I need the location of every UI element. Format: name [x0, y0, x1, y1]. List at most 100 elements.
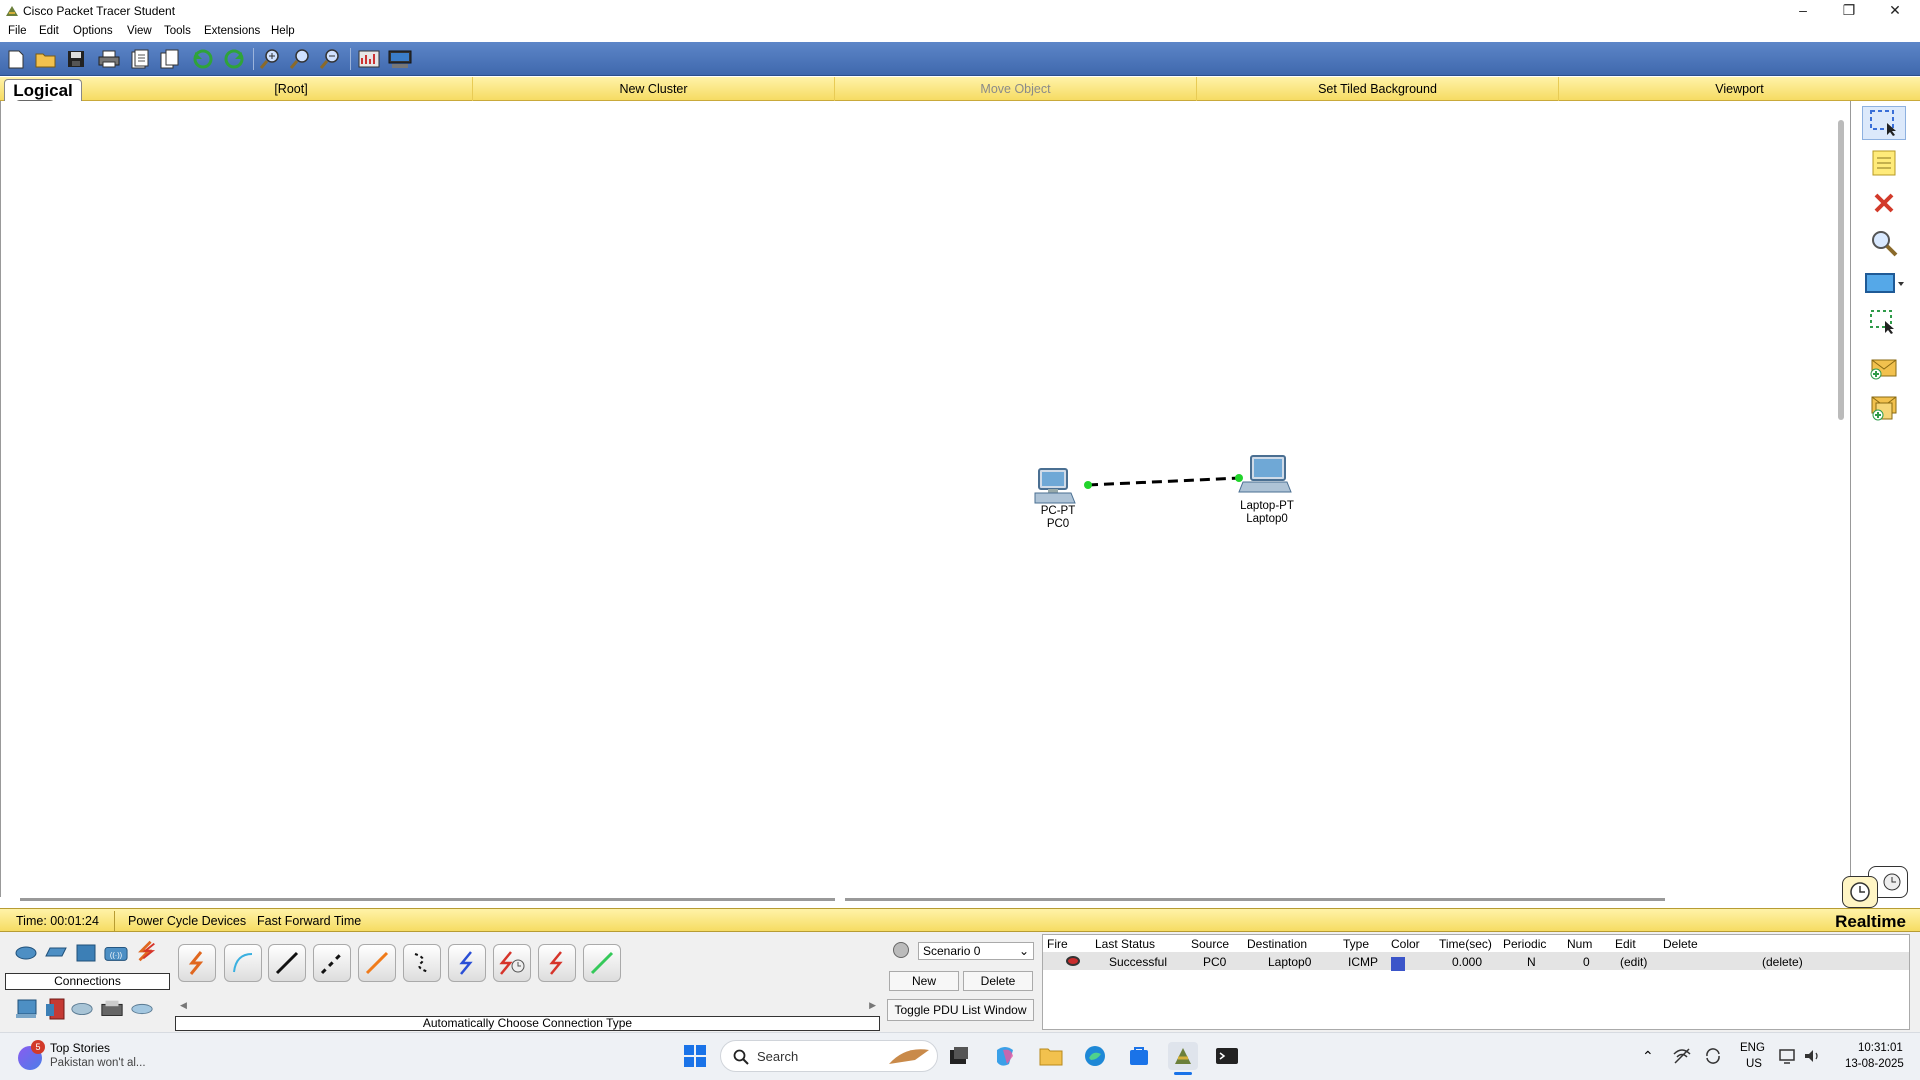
serial-dce-button[interactable] — [493, 944, 531, 982]
volume-icon[interactable] — [1802, 1046, 1822, 1066]
new-cluster-button[interactable]: New Cluster — [472, 77, 834, 101]
chevron-up-icon[interactable]: ⌃ — [1642, 1048, 1654, 1065]
copilot-icon[interactable] — [990, 1042, 1020, 1070]
menu-view[interactable]: View — [127, 25, 152, 37]
end-device-printer-icon[interactable] — [100, 998, 124, 1020]
network-status-icon[interactable] — [1672, 1046, 1692, 1066]
print-icon[interactable] — [97, 48, 121, 70]
end-device-tablet-icon[interactable] — [130, 998, 154, 1020]
horizontal-scrollbar-right[interactable] — [845, 898, 1665, 901]
scenario-info-icon[interactable] — [893, 942, 909, 958]
menu-file[interactable]: File — [8, 25, 27, 37]
phone-cable-button[interactable] — [403, 944, 441, 982]
fast-forward-time-button[interactable]: Fast Forward Time — [257, 914, 361, 928]
activity-wizard-icon[interactable] — [128, 48, 152, 70]
laptop0-device-icon[interactable] — [1237, 454, 1293, 496]
viewport-button[interactable]: Viewport — [1558, 77, 1920, 101]
close-button[interactable]: ✕ — [1872, 0, 1918, 22]
redo-icon[interactable] — [222, 48, 246, 70]
connections-scrollbar[interactable]: ◀ ▶ — [178, 1000, 878, 1014]
fire-pdu-icon[interactable] — [1066, 956, 1080, 966]
new-file-icon[interactable] — [4, 48, 28, 70]
note-tool-icon[interactable] — [1862, 146, 1906, 180]
draw-shape-tool-icon[interactable] — [1862, 266, 1906, 300]
task-view-icon[interactable] — [944, 1042, 974, 1070]
zoom-reset-icon[interactable] — [288, 48, 312, 70]
connection-type-label: Automatically Choose Connection Type — [175, 1016, 880, 1031]
news-title[interactable]: Top Stories — [50, 1041, 110, 1055]
undo-icon[interactable] — [191, 48, 215, 70]
sync-icon[interactable] — [1703, 1046, 1723, 1066]
menu-help[interactable]: Help — [271, 25, 295, 37]
end-devices-category-icon[interactable] — [44, 942, 68, 964]
packet-tracer-taskbar-icon[interactable] — [1168, 1042, 1198, 1070]
copy-icon[interactable] — [158, 48, 182, 70]
network-devices-category-icon[interactable] — [14, 942, 38, 964]
menu-tools[interactable]: Tools — [164, 25, 191, 37]
file-explorer-icon[interactable] — [1036, 1042, 1066, 1070]
clock-date[interactable]: 13-08-2025 — [1845, 1058, 1904, 1070]
octal-cable-button[interactable] — [583, 944, 621, 982]
end-device-cloud-icon[interactable] — [70, 998, 94, 1020]
resize-shape-tool-icon[interactable] — [1862, 306, 1906, 340]
taskbar-search-box[interactable]: Search — [720, 1040, 938, 1072]
restore-button[interactable]: ❐ — [1826, 0, 1872, 22]
add-simple-pdu-icon[interactable] — [1862, 350, 1906, 384]
end-device-server-icon[interactable] — [44, 998, 68, 1020]
menu-options[interactable]: Options — [73, 25, 113, 37]
copper-cross-over-button[interactable] — [313, 944, 351, 982]
pdu-delete-link[interactable]: (delete) — [1762, 955, 1803, 969]
root-breadcrumb[interactable]: [Root] — [110, 77, 472, 101]
end-device-pc-icon[interactable] — [14, 998, 38, 1020]
serial-dte-button[interactable] — [538, 944, 576, 982]
zoom-in-icon[interactable] — [258, 48, 282, 70]
open-folder-icon[interactable] — [34, 48, 58, 70]
connections-category-icon[interactable] — [134, 940, 158, 962]
fiber-cable-button[interactable] — [358, 944, 396, 982]
vertical-scrollbar[interactable] — [1838, 120, 1844, 420]
pc0-device-icon[interactable] — [1033, 467, 1079, 507]
laptop0-type-label: Laptop-PT — [1240, 500, 1294, 512]
menu-extensions[interactable]: Extensions — [204, 25, 260, 37]
clock-time[interactable]: 10:31:01 — [1858, 1042, 1903, 1054]
zoom-out-icon[interactable] — [318, 48, 342, 70]
status-bar: Time: 00:01:24 Power Cycle Devices Fast … — [0, 908, 1920, 932]
inspect-tool-icon[interactable] — [1862, 226, 1906, 260]
add-complex-pdu-icon[interactable] — [1862, 390, 1906, 424]
power-cycle-devices-button[interactable]: Power Cycle Devices — [128, 914, 246, 928]
logical-workspace-tab[interactable]: Logical — [4, 79, 82, 101]
coaxial-cable-button[interactable] — [448, 944, 486, 982]
console-cable-button[interactable] — [224, 944, 262, 982]
drawing-palette-icon[interactable] — [357, 48, 381, 70]
realtime-mode-toggle[interactable] — [1842, 876, 1878, 908]
input-region[interactable]: US — [1746, 1058, 1762, 1070]
scenario-select[interactable]: Scenario 0 ⌄ — [918, 942, 1034, 960]
auto-connection-button[interactable] — [178, 944, 216, 982]
menu-bar: File Edit Options View Tools Extensions … — [0, 22, 1920, 42]
save-icon[interactable] — [64, 48, 88, 70]
windows-start-icon[interactable] — [680, 1042, 710, 1070]
delete-scenario-button[interactable]: Delete — [963, 971, 1033, 991]
toggle-pdu-list-button[interactable]: Toggle PDU List Window — [887, 999, 1034, 1021]
news-headline[interactable]: Pakistan won't al... — [50, 1057, 146, 1069]
set-tiled-background-button[interactable]: Set Tiled Background — [1196, 77, 1558, 101]
custom-device-dialog-icon[interactable] — [388, 48, 412, 70]
delete-tool-icon[interactable] — [1862, 186, 1906, 220]
input-language[interactable]: ENG — [1740, 1042, 1765, 1054]
pdu-edit-link[interactable]: (edit) — [1620, 955, 1647, 969]
microsoft-store-icon[interactable] — [1124, 1042, 1154, 1070]
wireless-category-icon[interactable]: ((·)) — [104, 942, 128, 964]
logical-workspace-canvas[interactable] — [0, 101, 1850, 897]
new-scenario-button[interactable]: New — [889, 971, 959, 991]
menu-edit[interactable]: Edit — [39, 25, 59, 37]
move-object-button[interactable]: Move Object — [834, 77, 1196, 101]
terminal-icon[interactable] — [1212, 1042, 1242, 1070]
select-tool-icon[interactable] — [1862, 106, 1906, 140]
display-icon[interactable] — [1778, 1046, 1798, 1066]
toolbar-separator — [253, 48, 254, 70]
minimize-button[interactable]: – — [1780, 0, 1826, 22]
components-category-icon[interactable] — [74, 942, 98, 964]
edge-browser-icon[interactable] — [1080, 1042, 1110, 1070]
horizontal-scrollbar-left[interactable] — [20, 898, 835, 901]
copper-straight-through-button[interactable] — [268, 944, 306, 982]
